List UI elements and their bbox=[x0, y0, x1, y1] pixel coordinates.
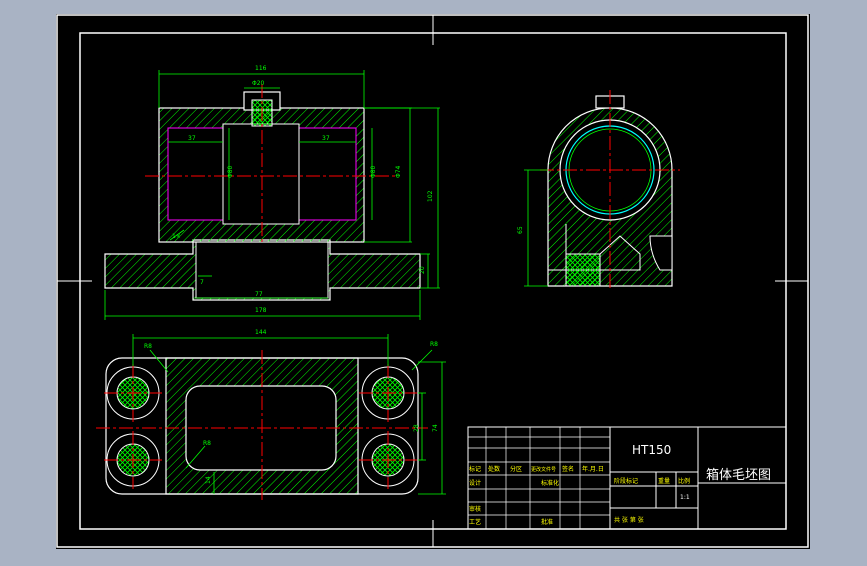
dim-inner-height: 28 bbox=[413, 424, 420, 432]
material-label: HT150 bbox=[632, 443, 671, 457]
header-cell-4: 签名 bbox=[562, 465, 574, 473]
weight-label: 重量 bbox=[658, 477, 670, 485]
dim-edge-offset: 14 bbox=[205, 476, 212, 484]
row-label-design: 设计 bbox=[469, 479, 481, 487]
dim-overall-top: 116 bbox=[255, 65, 267, 72]
header-cell-2: 分区 bbox=[510, 465, 522, 473]
dim-left-depth: 37 bbox=[188, 135, 196, 142]
scale-label: 比例 bbox=[678, 477, 690, 485]
dim-bore-right: Φ80 bbox=[370, 165, 377, 178]
dim-right-depth: 37 bbox=[322, 135, 330, 142]
dim-outer-height: 74 bbox=[432, 424, 439, 432]
header-cell-0: 标记 bbox=[469, 465, 481, 473]
dim-height: 102 bbox=[427, 190, 434, 202]
dim-outer-dia: Φ74 bbox=[395, 165, 402, 178]
std-label: 标准化 bbox=[541, 479, 559, 487]
cad-viewport[interactable]: 116 Φ20 37 37 Φ80 Φ80 Φ74 102 20 1× 7 77… bbox=[0, 0, 867, 562]
dim-center-height: 65 bbox=[517, 226, 524, 234]
dim-slot-width: 77 bbox=[255, 291, 263, 298]
row-label-process: 工艺 bbox=[469, 518, 481, 526]
stage-label: 阶段标记 bbox=[614, 477, 638, 485]
dim-boss-dia: Φ20 bbox=[252, 80, 265, 87]
drawing-canvas[interactable]: 116 Φ20 37 37 Φ80 Φ80 Φ74 102 20 1× 7 77… bbox=[0, 0, 867, 562]
row-label-review: 审核 bbox=[469, 505, 481, 513]
header-cell-5: 年.月.日 bbox=[582, 465, 604, 473]
sheets-label: 共 张 第 张 bbox=[614, 516, 644, 524]
header-cell-1: 处数 bbox=[488, 465, 500, 473]
dim-overall-width: 144 bbox=[255, 329, 267, 336]
scale-value: 1:1 bbox=[680, 494, 690, 501]
header-cell-3: 更改文件号 bbox=[531, 466, 556, 473]
dim-inner-radius: R8 bbox=[203, 440, 211, 447]
dim-chamfer: 1× bbox=[172, 233, 181, 240]
dim-base-width: 178 bbox=[255, 307, 267, 314]
drawing-title: 箱体毛坯图 bbox=[706, 467, 771, 483]
dim-base-height: 20 bbox=[419, 266, 426, 274]
dim-bore-left: Φ80 bbox=[227, 165, 234, 178]
dim-corner-radius-left: R8 bbox=[144, 343, 152, 350]
approve-label: 批准 bbox=[541, 518, 553, 526]
dim-corner-radius-right: R8 bbox=[430, 341, 438, 348]
dim-groove: 7 bbox=[200, 279, 204, 286]
